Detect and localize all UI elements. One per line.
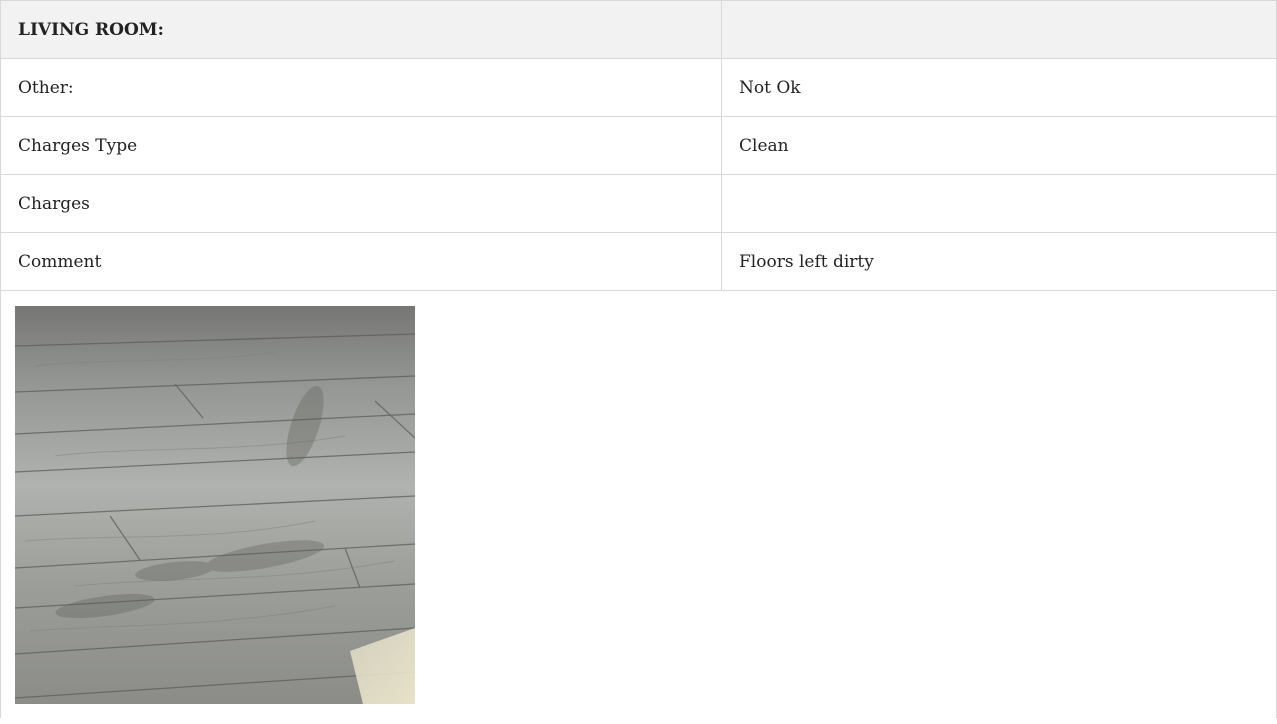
table-row: Comment Floors left dirty <box>0 232 1277 291</box>
row-value-other: Not Ok <box>721 58 1277 117</box>
row-value-charges-type: Clean <box>721 116 1277 175</box>
photo-row <box>0 291 1277 718</box>
row-label-charges: Charges <box>0 174 722 233</box>
row-value-charges <box>721 174 1277 233</box>
row-value-comment: Floors left dirty <box>721 232 1277 291</box>
section-title: LIVING ROOM: <box>0 0 722 59</box>
row-label-other: Other: <box>0 58 722 117</box>
table-row: Charges <box>0 174 1277 233</box>
inspection-report: LIVING ROOM: Other: Not Ok Charges Type … <box>0 0 1277 724</box>
floor-photo-drawing <box>15 306 415 704</box>
row-label-comment: Comment <box>0 232 722 291</box>
floor-photo[interactable] <box>15 306 415 704</box>
section-header-row: LIVING ROOM: <box>0 0 1277 59</box>
inspection-table: LIVING ROOM: Other: Not Ok Charges Type … <box>0 0 1277 291</box>
section-title-value <box>721 0 1277 59</box>
table-row: Other: Not Ok <box>0 58 1277 117</box>
table-row: Charges Type Clean <box>0 116 1277 175</box>
row-label-charges-type: Charges Type <box>0 116 722 175</box>
